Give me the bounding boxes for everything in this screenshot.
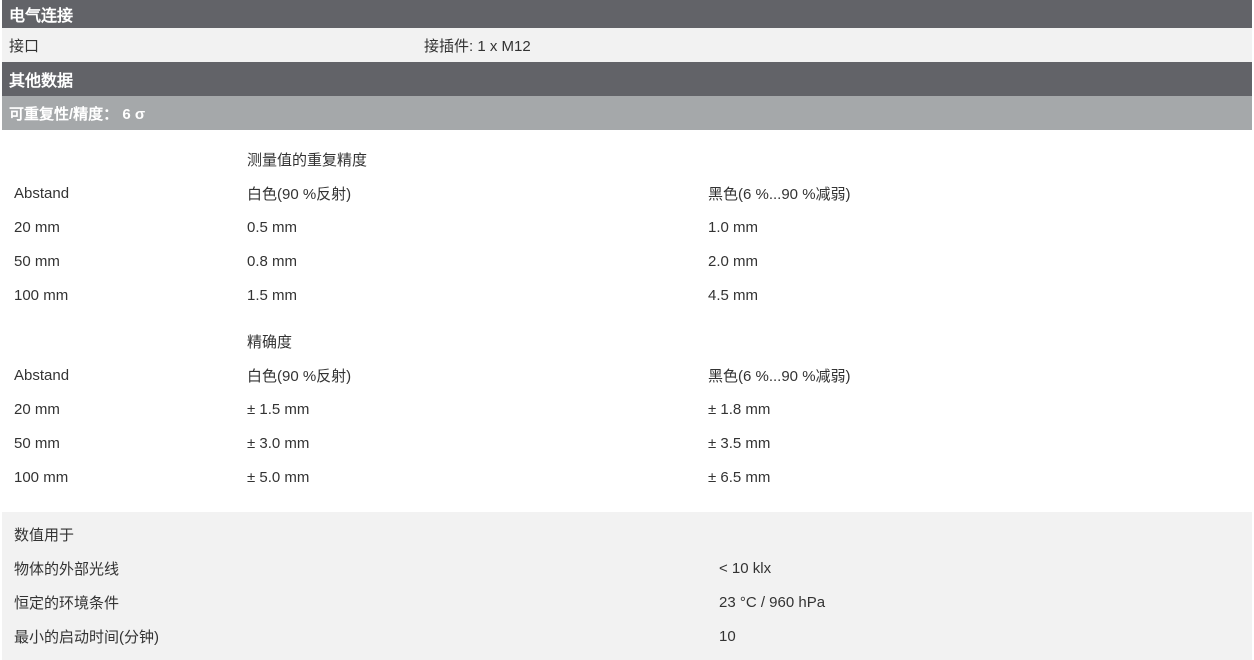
- column-header: Abstand: [14, 184, 70, 202]
- interface-row: 接口 接插件: 1 x M12: [2, 28, 1252, 62]
- column-header: 白色(90 %反射): [247, 367, 352, 385]
- table-cell: ± 5.0 mm: [247, 468, 310, 486]
- table-row: 50 mm ± 3.0 mm ± 3.5 mm: [14, 426, 1252, 460]
- condition-label: 恒定的环境条件: [14, 594, 120, 612]
- table-cell: 50 mm: [14, 252, 60, 270]
- table-cell: 100 mm: [14, 468, 69, 486]
- table-cell: 0.5 mm: [247, 218, 298, 236]
- table-row: 100 mm ± 5.0 mm ± 6.5 mm: [14, 460, 1252, 494]
- subheader-repeatability-accuracy: 可重复性/精度： 6 σ: [2, 96, 1252, 130]
- section-header-electrical: 电气连接: [2, 0, 1252, 28]
- table-row: 50 mm 0.8 mm 2.0 mm: [14, 244, 1252, 278]
- table-row: 20 mm ± 1.5 mm ± 1.8 mm: [14, 392, 1252, 426]
- table-cell: 1.5 mm: [247, 286, 298, 304]
- table-title-row: 测量值的重复精度: [14, 142, 1252, 176]
- condition-row: 最小的启动时间(分钟) 10: [14, 619, 1252, 653]
- column-header: Abstand: [14, 366, 70, 384]
- table-title-row: 精确度: [14, 324, 1252, 358]
- conditions-panel: 数值用于 物体的外部光线 < 10 klx 恒定的环境条件 23 °C / 96…: [2, 512, 1252, 660]
- condition-row: 恒定的环境条件 23 °C / 960 hPa: [14, 585, 1252, 619]
- interface-value: 接插件: 1 x M12: [424, 37, 531, 55]
- table-cell: ± 3.0 mm: [247, 434, 310, 452]
- table-cell: 2.0 mm: [708, 252, 759, 270]
- interface-label: 接口: [9, 37, 40, 55]
- table-row: 100 mm 1.5 mm 4.5 mm: [14, 278, 1252, 312]
- condition-label: 最小的启动时间(分钟): [14, 628, 159, 646]
- condition-value: 23 °C / 960 hPa: [719, 593, 826, 611]
- condition-label: 物体的外部光线: [14, 560, 120, 578]
- table-cell: 50 mm: [14, 434, 60, 452]
- section-header-other: 其他数据: [2, 62, 1252, 96]
- accuracy-title: 精确度: [247, 333, 293, 351]
- table-cell: ± 6.5 mm: [708, 468, 771, 486]
- table-cell: 1.0 mm: [708, 218, 759, 236]
- conditions-title: 数值用于: [14, 526, 75, 544]
- repeatability-table: 测量值的重复精度 Abstand 白色(90 %反射) 黑色(6 %...90 …: [2, 130, 1252, 312]
- table-cell: ± 3.5 mm: [708, 434, 771, 452]
- table-cell: 4.5 mm: [708, 286, 759, 304]
- spec-sheet: 电气连接 接口 接插件: 1 x M12 其他数据 可重复性/精度： 6 σ 测…: [2, 0, 1252, 660]
- table-cell: 20 mm: [14, 218, 60, 236]
- table-cell: ± 1.8 mm: [708, 400, 771, 418]
- table-header-row: Abstand 白色(90 %反射) 黑色(6 %...90 %减弱): [14, 176, 1252, 210]
- condition-value: < 10 klx: [719, 559, 772, 577]
- table-cell: 100 mm: [14, 286, 69, 304]
- condition-value: 10: [719, 627, 736, 645]
- column-header: 白色(90 %反射): [247, 185, 352, 203]
- column-header: 黑色(6 %...90 %减弱): [708, 185, 851, 203]
- column-header: 黑色(6 %...90 %减弱): [708, 367, 851, 385]
- table-cell: 20 mm: [14, 400, 60, 418]
- table-cell: ± 1.5 mm: [247, 400, 310, 418]
- table-row: 20 mm 0.5 mm 1.0 mm: [14, 210, 1252, 244]
- table-cell: 0.8 mm: [247, 252, 298, 270]
- table-header-row: Abstand 白色(90 %反射) 黑色(6 %...90 %减弱): [14, 358, 1252, 392]
- condition-row: 物体的外部光线 < 10 klx: [14, 551, 1252, 585]
- accuracy-table: 精确度 Abstand 白色(90 %反射) 黑色(6 %...90 %减弱) …: [2, 312, 1252, 494]
- repeatability-title: 测量值的重复精度: [247, 151, 368, 169]
